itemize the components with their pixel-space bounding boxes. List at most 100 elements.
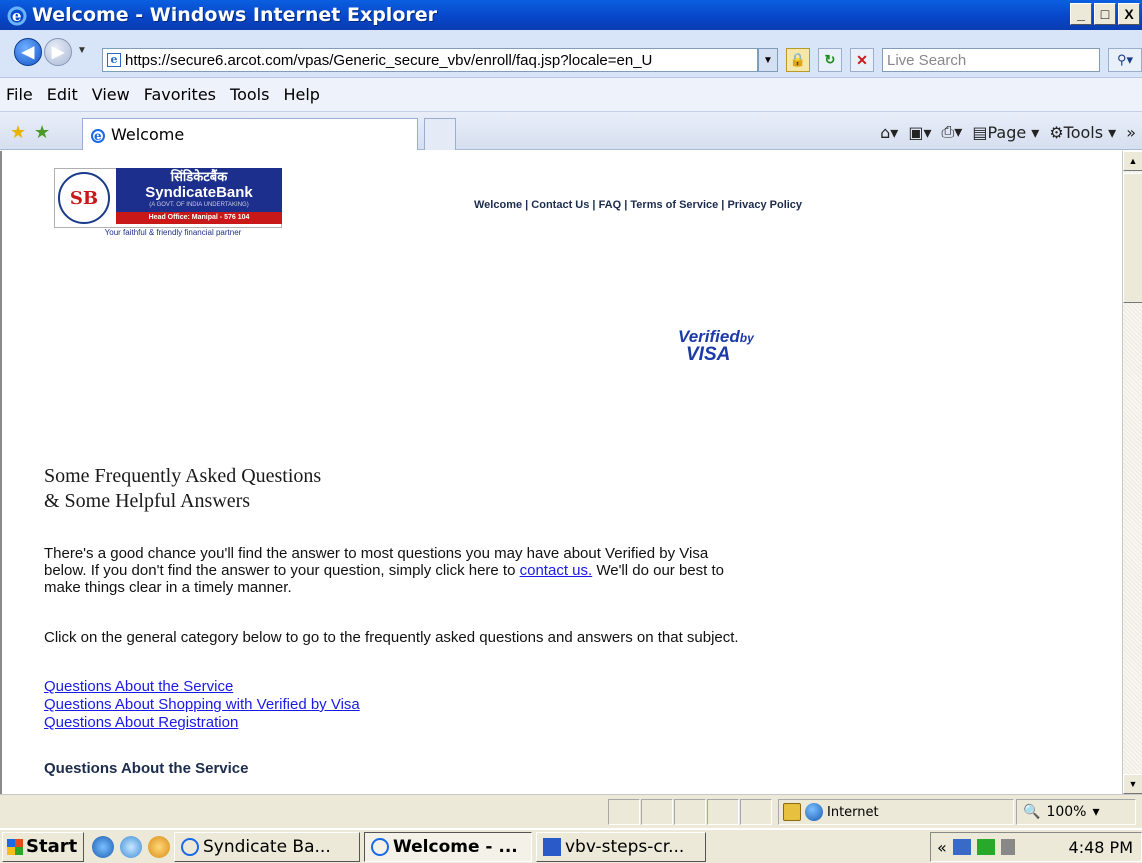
- tab-label: Welcome: [111, 125, 185, 144]
- zoom-control[interactable]: 🔍 100% ▾: [1016, 799, 1136, 825]
- security-zone[interactable]: Internet: [778, 799, 1014, 825]
- syndicate-bank-logo[interactable]: SB सिंडिकेटबैंक SyndicateBank (A GOVT. O…: [54, 168, 284, 242]
- link-questions-registration[interactable]: Questions About Registration: [44, 714, 360, 732]
- search-icon: ⚲▾: [1116, 52, 1134, 67]
- scroll-up-button[interactable]: ▲: [1123, 151, 1142, 171]
- task-syndicate-bank[interactable]: Syndicate Ba...: [174, 831, 360, 862]
- chevron-more-icon[interactable]: »: [1126, 123, 1136, 142]
- menu-favorites[interactable]: Favorites: [144, 85, 216, 104]
- faq-category-links: Questions About the Service Questions Ab…: [44, 678, 360, 732]
- new-tab-button[interactable]: [424, 118, 456, 150]
- media-player-icon[interactable]: [148, 835, 170, 858]
- menu-edit[interactable]: Edit: [47, 85, 78, 104]
- bank-emblem-icon: SB: [58, 172, 110, 224]
- language-icon[interactable]: [976, 839, 995, 855]
- nav-faq[interactable]: FAQ: [599, 199, 622, 211]
- chevron-down-icon: ▾: [1092, 804, 1100, 820]
- scroll-thumb[interactable]: [1123, 173, 1142, 303]
- task-label: Welcome - ...: [393, 836, 518, 857]
- add-favorites-icon[interactable]: ★: [34, 122, 50, 143]
- favorites-star-icon[interactable]: ★: [10, 122, 26, 143]
- address-toolbar: ◀ ▶ ▼ e https://secure6.arcot.com/vpas/G…: [0, 30, 1142, 78]
- feeds-icon[interactable]: ▣▾: [908, 123, 931, 142]
- zoom-level: 100%: [1046, 804, 1087, 820]
- logo-banner: सिंडिकेटबैंक SyndicateBank (A GOVT. OF I…: [116, 168, 282, 212]
- top-navigation: Welcome | Contact Us | FAQ | Terms of Se…: [474, 199, 803, 211]
- contact-us-link[interactable]: contact us.: [520, 562, 593, 579]
- task-welcome[interactable]: Welcome - ...: [364, 831, 532, 862]
- vbv-by: by: [739, 331, 754, 345]
- intro-paragraph: There's a good chance you'll find the an…: [44, 545, 744, 596]
- volume-icon[interactable]: [1000, 839, 1015, 855]
- address-bar[interactable]: e https://secure6.arcot.com/vpas/Generic…: [102, 48, 758, 72]
- nav-privacy[interactable]: Privacy Policy: [727, 199, 802, 211]
- nav-welcome[interactable]: Welcome: [474, 199, 522, 211]
- vbv-visa: VISA: [686, 344, 731, 365]
- search-button[interactable]: ⚲▾: [1108, 48, 1142, 72]
- home-icon[interactable]: ⌂▾: [880, 123, 898, 142]
- print-icon[interactable]: ⎙▾: [941, 122, 962, 142]
- page-menu[interactable]: ▤Page ▾: [972, 123, 1039, 142]
- ie-task-icon: [181, 837, 199, 856]
- zoom-icon: 🔍: [1023, 804, 1041, 820]
- close-button[interactable]: X: [1118, 3, 1140, 25]
- scroll-down-button[interactable]: ▼: [1123, 774, 1142, 794]
- nav-terms[interactable]: Terms of Service: [630, 199, 718, 211]
- ie-quicklaunch-icon[interactable]: [92, 835, 114, 858]
- zone-label: Internet: [827, 804, 879, 820]
- nav-contact-us[interactable]: Contact Us: [531, 199, 589, 211]
- stop-button[interactable]: ✕: [850, 48, 874, 72]
- bank-tagline: Your faithful & friendly financial partn…: [104, 228, 242, 237]
- bank-name: SyndicateBank: [145, 184, 253, 201]
- address-dropdown[interactable]: ▼: [758, 48, 778, 72]
- lock-icon[interactable]: 🔒: [786, 48, 810, 72]
- windows-logo-icon: [7, 838, 23, 855]
- page-heading: Some Frequently Asked Questions & Some H…: [44, 464, 321, 514]
- task-label: vbv-steps-cr...: [565, 836, 685, 857]
- back-arrow-icon: ◀: [21, 44, 35, 61]
- status-cell: [740, 799, 772, 825]
- status-bar: Internet 🔍 100% ▾: [0, 794, 1142, 828]
- menu-file[interactable]: File: [6, 85, 33, 104]
- page-icon: e: [107, 53, 121, 67]
- start-button[interactable]: Start: [2, 831, 84, 862]
- heading-line-2: & Some Helpful Answers: [44, 490, 251, 512]
- link-questions-service[interactable]: Questions About the Service: [44, 678, 360, 696]
- search-input[interactable]: Live Search: [882, 48, 1100, 72]
- menu-tools[interactable]: Tools: [230, 85, 269, 104]
- tab-welcome[interactable]: e Welcome: [82, 118, 418, 150]
- back-button[interactable]: ◀: [14, 38, 42, 66]
- recent-pages-dropdown[interactable]: ▼: [77, 45, 87, 56]
- menu-help[interactable]: Help: [283, 85, 319, 104]
- section-heading: Questions About the Service: [44, 760, 249, 777]
- heading-line-1: Some Frequently Asked Questions: [44, 465, 322, 487]
- tools-menu[interactable]: ⚙Tools ▾: [1049, 123, 1116, 142]
- internet-zone-icon: [805, 803, 823, 821]
- page-content: SB सिंडिकेटबैंक SyndicateBank (A GOVT. O…: [0, 151, 1122, 794]
- forward-button[interactable]: ▶: [44, 38, 72, 66]
- task-label: Syndicate Ba...: [203, 836, 331, 857]
- start-label: Start: [26, 836, 78, 857]
- desktop-quicklaunch-icon[interactable]: [120, 835, 142, 858]
- maximize-button[interactable]: □: [1094, 3, 1116, 25]
- word-doc-icon: [543, 837, 561, 856]
- task-vbv-steps[interactable]: vbv-steps-cr...: [536, 831, 706, 862]
- gear-icon: ⚙: [1049, 122, 1064, 142]
- page-menu-icon: ▤: [972, 122, 988, 142]
- bank-govt-note: (A GOVT. OF INDIA UNDERTAKING): [149, 202, 249, 208]
- tray-expand-button[interactable]: «: [937, 838, 947, 857]
- vertical-scrollbar[interactable]: ▲ ▼: [1122, 151, 1142, 794]
- ie-task-icon: [371, 837, 389, 856]
- menu-view[interactable]: View: [92, 85, 130, 104]
- link-questions-shopping[interactable]: Questions About Shopping with Verified b…: [44, 696, 360, 714]
- forward-arrow-icon: ▶: [51, 44, 65, 61]
- status-cell: [674, 799, 706, 825]
- command-bar: ★ ★ e Welcome ⌂▾ ▣▾ ⎙▾ ▤Page ▾ ⚙Tools ▾ …: [0, 112, 1142, 150]
- window-title: Welcome - Windows Internet Explorer: [32, 4, 437, 26]
- bank-hindi-name: सिंडिकेटबैंक: [170, 170, 228, 185]
- ie-tab-icon: e: [91, 128, 105, 143]
- refresh-button[interactable]: ↻: [818, 48, 842, 72]
- network-icon[interactable]: [952, 839, 971, 855]
- category-paragraph: Click on the general category below to g…: [44, 629, 739, 646]
- minimize-button[interactable]: _: [1070, 3, 1092, 25]
